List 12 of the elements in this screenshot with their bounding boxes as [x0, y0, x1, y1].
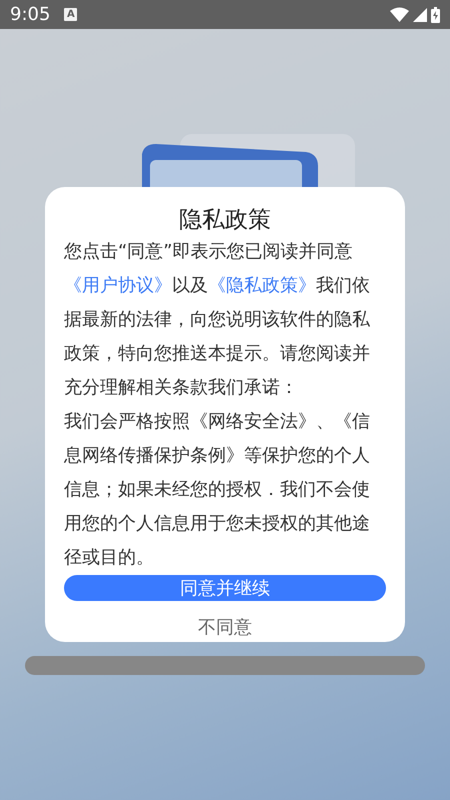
- signal-icon: [413, 8, 427, 22]
- wifi-icon: [390, 7, 409, 22]
- disagree-button[interactable]: 不同意: [188, 611, 262, 643]
- status-time: 9:05: [10, 4, 50, 25]
- policy-paragraph: 您点击“同意”即表示您已阅读并同意 《用户协议》以及《隐私政策》我们依据最新的法律，向您说明该软件的隐私政策，特向您推送本提示。请您阅读并充分理解相关条款我们承诺：: [64, 240, 371, 400]
- notification-icon: A: [64, 8, 78, 21]
- policy-link[interactable]: 《用户协议》: [64, 275, 172, 296]
- policy-paragraph: 我们会严格按照《网络安全法》、《信息网络传播保护条例》等保护您的个人信息；如果未经您的授权．我们不会使用您的个人信息用于您未授权的其他途径或目的。: [64, 410, 371, 570]
- dialog-title: 隐私政策: [179, 206, 271, 235]
- policy-link[interactable]: 《隐私政策》: [208, 275, 316, 296]
- agree-button[interactable]: 同意并继续: [64, 575, 386, 601]
- battery-icon: [431, 6, 440, 22]
